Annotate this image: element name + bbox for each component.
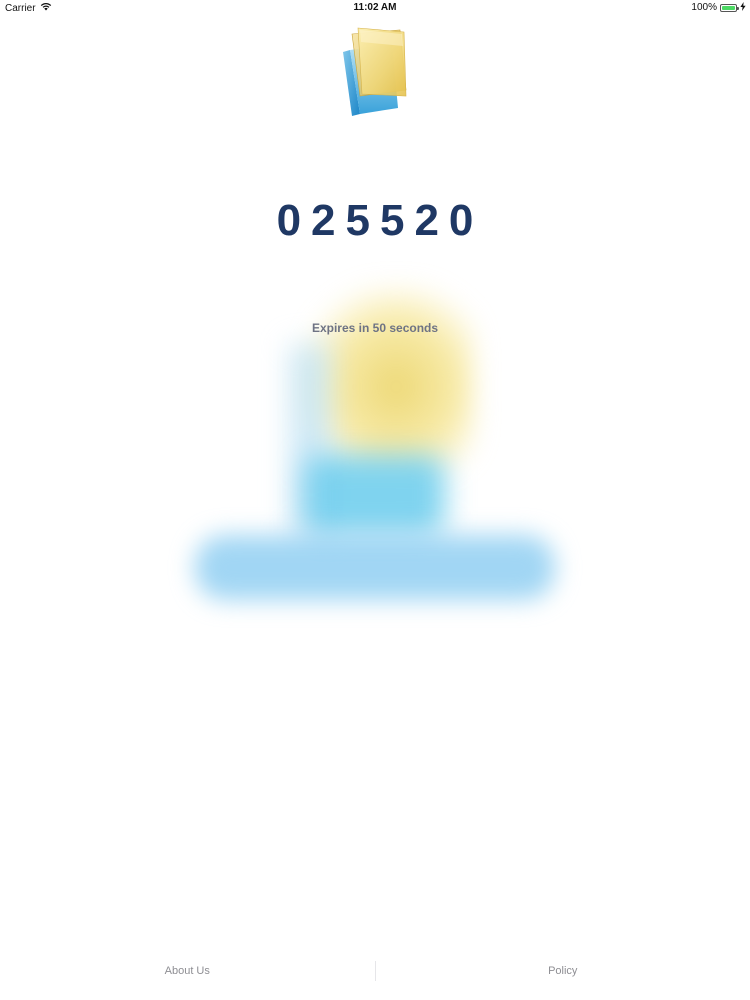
- otp-code: 025520: [276, 196, 484, 245]
- blurred-blue-base: [195, 535, 555, 600]
- blurred-yellow-panel: [300, 285, 475, 470]
- status-time: 11:02 AM: [353, 2, 397, 13]
- blurred-logo-background: [0, 0, 750, 1000]
- battery-percent: 100%: [691, 2, 717, 13]
- footer-bar: About Us Policy: [0, 942, 750, 1000]
- app-logo-icon: [340, 26, 412, 118]
- battery-icon: [720, 3, 739, 12]
- status-bar: Carrier 11:02 AM 100%: [0, 0, 750, 16]
- status-right: 100%: [691, 2, 746, 13]
- expiry-countdown: Expires in 50 seconds: [311, 321, 439, 335]
- authenticator-screen: Carrier 11:02 AM 100% 025520 Expires in …: [0, 0, 750, 1000]
- charging-icon: [740, 2, 746, 13]
- blurred-blue-panel: [305, 455, 445, 535]
- blurred-blue-stem: [290, 345, 330, 535]
- battery-fill: [722, 5, 735, 10]
- about-us-button[interactable]: About Us: [0, 942, 375, 1000]
- policy-button[interactable]: Policy: [376, 942, 750, 1000]
